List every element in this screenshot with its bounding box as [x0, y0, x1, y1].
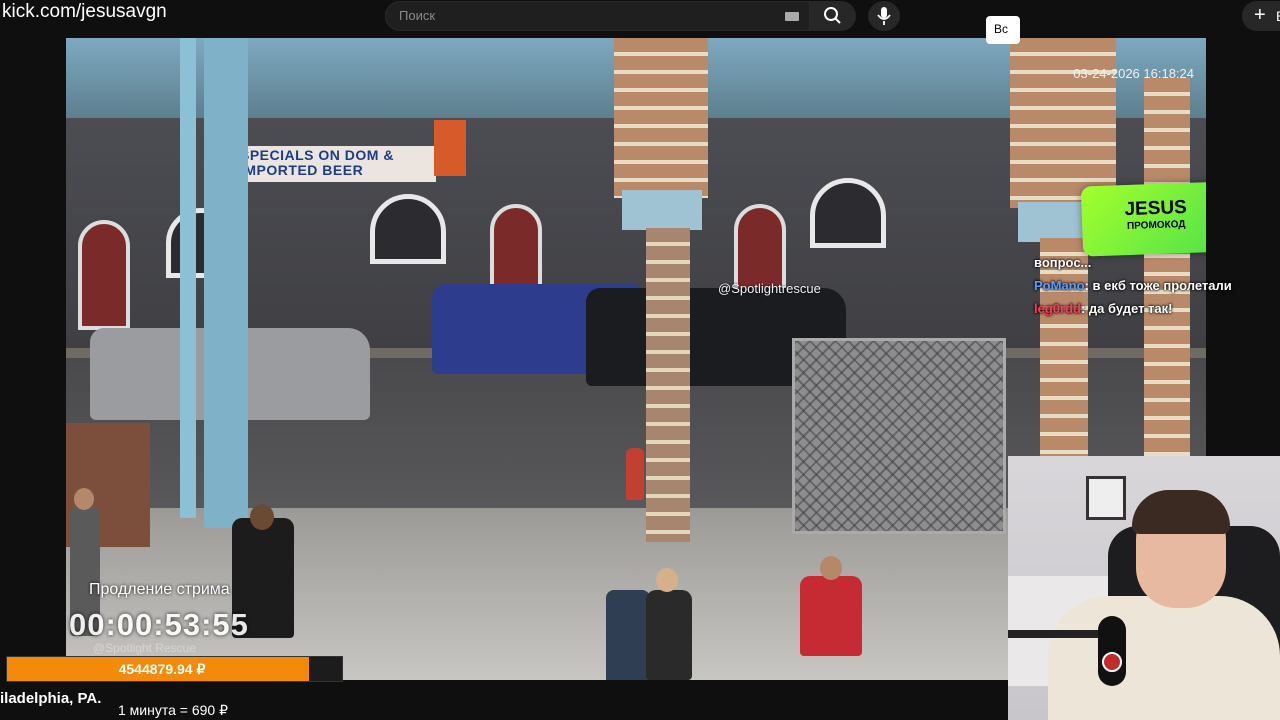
store-sign-text: SPECIALS ON DOM & IMPORTED BEER: [240, 147, 394, 178]
stream-page: kick.com/jesusavgn Поиск + Вс: [0, 0, 1280, 720]
chat-username[interactable]: leg0rdd: [1034, 301, 1081, 316]
plus-icon: +: [1254, 4, 1266, 26]
keyboard-icon[interactable]: [785, 12, 799, 21]
stream-extension-label: Продление стрима: [89, 581, 230, 598]
pedestrian: [646, 590, 692, 680]
microphone-icon: [877, 7, 891, 25]
channel-url[interactable]: kick.com/jesusavgn: [2, 1, 167, 23]
top-bar: kick.com/jesusavgn Поиск + Вс: [0, 0, 1280, 36]
donation-progress-bar: 4544879.94 ₽: [6, 656, 343, 682]
chat-overlay: вопрос... PoMano: в екб тоже пролетали l…: [1034, 255, 1280, 324]
arched-window: [370, 194, 446, 264]
red-shop-sign: [434, 120, 466, 176]
chain-link-fence: [792, 338, 1006, 534]
support-post: [204, 38, 248, 528]
store-sign: SPECIALS ON DOM & IMPORTED BEER: [236, 146, 436, 182]
stream-extension-timer: 00:00:53:55: [69, 607, 249, 642]
microphone: [1098, 616, 1126, 686]
chat-text: вопрос...: [1034, 255, 1092, 270]
video-watermark: @Spotlightrescue: [718, 281, 821, 296]
chat-message: leg0rdd: да будет так!: [1034, 301, 1280, 324]
chat-username[interactable]: PoMano: [1034, 278, 1085, 293]
voice-search-button[interactable]: [868, 1, 900, 31]
location-caption: iladelphia, PA.: [0, 690, 102, 707]
chat-text: : да будет так!: [1080, 301, 1173, 316]
pedestrian: [800, 576, 862, 656]
pedestrian-head: [74, 488, 94, 510]
pedestrian-head: [820, 556, 842, 580]
search-button[interactable]: [810, 1, 856, 31]
brick-pillar: [646, 228, 690, 542]
pedestrian-head: [656, 568, 678, 592]
fire-hydrant: [626, 448, 644, 500]
arched-window: [810, 178, 886, 248]
camera-timestamp: 03-24-2026 16:18:24: [1073, 66, 1194, 81]
brick-pillar: [614, 38, 708, 198]
pillar-cap: [622, 190, 702, 230]
promo-code-badge[interactable]: JESUS ПРОМОКОД: [1080, 181, 1206, 257]
chat-message: вопрос...: [1034, 255, 1280, 278]
bottom-strip: iladelphia, PA. 1 минута = 690 ₽: [0, 682, 1008, 720]
donation-amount: 4544879.94 ₽: [118, 661, 206, 677]
streamer-hair: [1132, 490, 1230, 534]
extension-rate: 1 минута = 690 ₽: [118, 702, 229, 718]
storefront-door: [78, 220, 130, 330]
search-placeholder: Поиск: [399, 8, 436, 23]
create-button[interactable]: + Вс: [1242, 1, 1280, 31]
search-icon: [824, 7, 841, 24]
trash-can: [606, 590, 650, 680]
mic-arm: [1008, 630, 1108, 638]
chat-text: : в екб тоже пролетали: [1084, 278, 1232, 293]
webcam-overlay: [1008, 456, 1280, 720]
create-button-label: Вс: [1276, 8, 1280, 24]
pedestrian-head: [250, 504, 274, 530]
overlay-button[interactable]: Вс: [986, 16, 1020, 44]
mic-logo-icon: [1102, 652, 1122, 672]
brick-pillar: [1010, 38, 1116, 208]
extension-watermark: @Spotlight Rescue: [93, 641, 196, 655]
search-input[interactable]: Поиск: [385, 1, 810, 31]
wall-frame: [1086, 476, 1126, 520]
overlay-button-label: Вс: [994, 22, 1009, 36]
chat-message: PoMano: в екб тоже пролетали: [1034, 278, 1280, 301]
streamer-body: [1048, 596, 1280, 720]
support-post: [180, 38, 196, 518]
